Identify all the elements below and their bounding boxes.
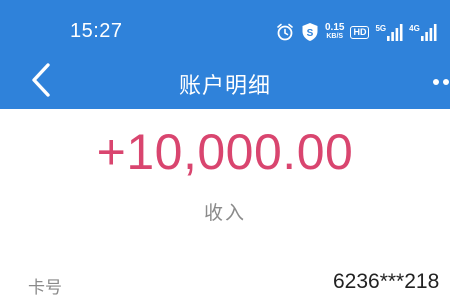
nav-header: 账户明细 <box>0 56 450 109</box>
status-icons: S 0.15 KB/S HD 5G 4G <box>275 18 437 46</box>
hd-badge: HD <box>350 25 370 39</box>
card-number-label: 卡号 <box>28 278 62 298</box>
top-bar: 15:27 S 0.15 KB/S HD 5G 4G 账户明细 <box>0 0 450 109</box>
more-button[interactable] <box>432 66 450 96</box>
card-number-value: 6236***218 <box>333 270 440 293</box>
signal-5g-icon: 5G <box>375 23 403 41</box>
transaction-type: 收入 <box>203 202 246 224</box>
alarm-icon <box>275 22 295 42</box>
signal-4g-icon: 4G <box>409 23 437 41</box>
status-time: 15:27 <box>70 20 123 42</box>
page-title: 账户明细 <box>178 74 271 99</box>
transaction-amount: +10,000.00 <box>96 124 354 180</box>
more-dots-icon <box>432 72 450 91</box>
status-bar: 15:27 S 0.15 KB/S HD 5G 4G <box>0 0 450 56</box>
account-detail-screen: 15:27 S 0.15 KB/S HD 5G 4G 账户明细 +10,000.… <box>0 0 450 300</box>
card-number-row: 卡号 6236***218 <box>0 270 450 300</box>
net-speed-unit: KB/S <box>326 33 344 40</box>
net-speed-indicator: 0.15 KB/S <box>325 23 344 41</box>
svg-text:S: S <box>307 28 314 39</box>
net-speed-value: 0.15 <box>325 22 345 33</box>
shield-s-icon: S <box>301 22 319 42</box>
signal-5g-label: 5G <box>375 24 387 33</box>
signal-4g-label: 4G <box>409 24 420 33</box>
